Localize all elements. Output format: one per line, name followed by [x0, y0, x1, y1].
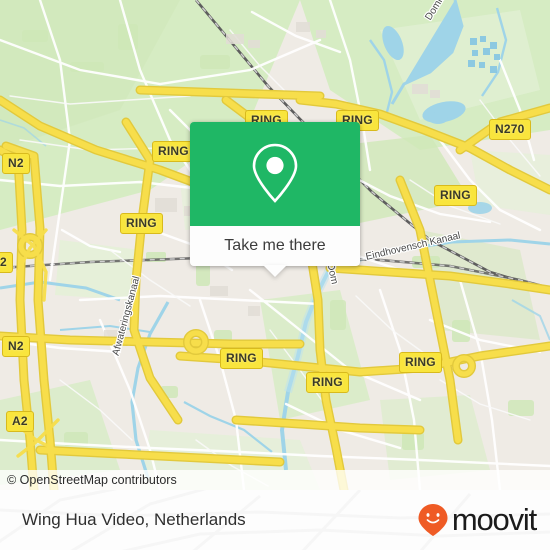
road-shield-n2: N2: [2, 336, 30, 357]
moovit-wordmark: moovit: [451, 502, 537, 537]
road-shield-ring: RING: [152, 141, 195, 162]
popup-pointer-tail: [263, 265, 287, 277]
map-canvas[interactable]: .land { fill:#efebe5; } .green { fill:#d…: [0, 0, 550, 490]
popup-action-bar[interactable]: Take me there: [190, 226, 360, 277]
road-shield-ring: RING: [306, 372, 349, 393]
road-shield-ring: RING: [434, 185, 477, 206]
road-shield-n270: N270: [489, 119, 531, 140]
road-shield-ring: RING: [220, 348, 263, 369]
footer-bar: Wing Hua Video, Netherlands moovit: [0, 490, 550, 550]
map-pin-icon: [252, 143, 298, 203]
road-shield-a2: A2: [6, 411, 34, 432]
take-me-there-label: Take me there: [224, 237, 326, 254]
moovit-place-map-screenshot: .land { fill:#efebe5; } .green { fill:#d…: [0, 0, 550, 550]
place-title: Wing Hua Video, Netherlands: [22, 510, 246, 529]
moovit-logo[interactable]: moovit: [417, 502, 537, 538]
road-shield-ring: RING: [399, 352, 442, 373]
osm-attribution[interactable]: © OpenStreetMap contributors: [0, 470, 550, 490]
moovit-pin-icon: [418, 504, 448, 536]
popup-icon-area: [190, 122, 360, 226]
road-shield-ring: RING: [120, 213, 163, 234]
road-shield-n2-partial: 2: [0, 252, 13, 273]
road-shield-n2: N2: [2, 153, 30, 174]
place-popup-card[interactable]: Take me there: [190, 122, 360, 277]
